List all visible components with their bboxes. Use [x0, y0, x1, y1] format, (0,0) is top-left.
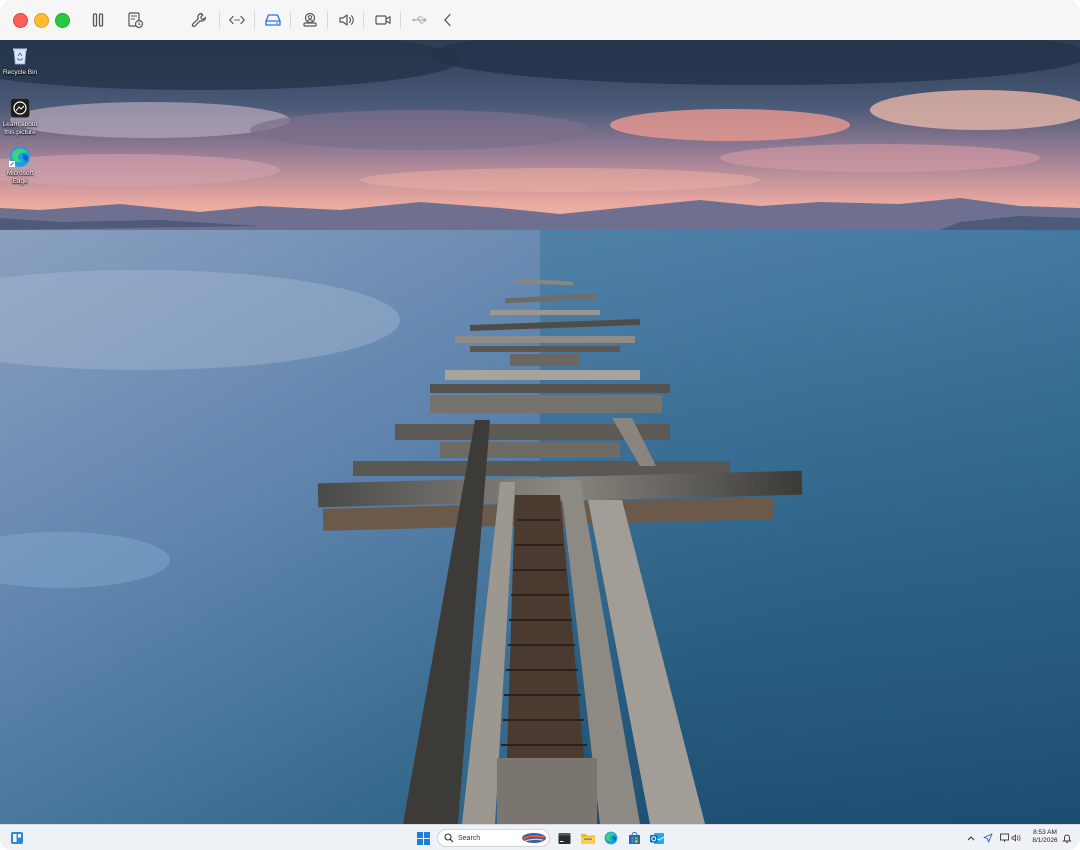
chevron-up-icon: [967, 836, 975, 841]
notification-bell-icon: [1062, 834, 1072, 843]
edge-icon: [9, 146, 31, 168]
edge-icon: [604, 831, 618, 845]
desktop-icon-learn-picture[interactable]: Learn about this picture: [1, 97, 39, 136]
shared-folder-icon: [303, 12, 317, 27]
desktop-icon-label: Microsoft Edge: [6, 170, 34, 185]
file-explorer-button[interactable]: [580, 830, 596, 846]
file-explorer-icon: [581, 834, 595, 844]
desktop-icon-edge[interactable]: Microsoft Edge: [1, 146, 39, 185]
minimize-window-button[interactable]: [34, 13, 49, 28]
quick-settings-button[interactable]: [999, 830, 1025, 846]
desktop-icon-label: Learn about this picture: [2, 121, 38, 136]
location-button[interactable]: [982, 830, 994, 846]
search-label: Search: [458, 834, 481, 842]
close-window-button[interactable]: [13, 13, 28, 28]
pause-icon: [92, 13, 104, 27]
vm-desktop[interactable]: Recycle Bin Learn about this picture Mic…: [0, 40, 1080, 824]
show-hidden-icons-button[interactable]: [965, 830, 977, 846]
outlook-icon: [650, 832, 664, 844]
speaker-icon: [339, 14, 354, 26]
terminal-button[interactable]: [556, 830, 572, 846]
learn-picture-icon: [9, 97, 31, 119]
notifications-button[interactable]: [1061, 830, 1073, 846]
search-highlight-icon: [522, 833, 546, 843]
clock-time: 8:53 AM: [1033, 829, 1057, 836]
snapshot-button[interactable]: [123, 8, 147, 32]
usb-icon: [412, 16, 427, 24]
widgets-icon: [11, 832, 23, 844]
clock[interactable]: 8:53 AM 8/1/2026: [1028, 829, 1062, 845]
location-arrow-icon: [983, 833, 993, 843]
widgets-button[interactable]: [9, 830, 25, 846]
snapshot-icon: [128, 12, 144, 29]
store-icon: [628, 831, 640, 844]
host-toolbar: [0, 0, 1080, 41]
fullscreen-window-button[interactable]: [55, 13, 70, 28]
hard-drive-icon: [265, 14, 281, 26]
store-button[interactable]: [626, 830, 642, 846]
desktop-icon-recycle-bin[interactable]: Recycle Bin: [1, 45, 39, 77]
start-icon: [416, 831, 430, 845]
shared-folder-button[interactable]: [298, 8, 322, 32]
windows-taskbar: Search 8:53 AM 8/1/2026: [0, 824, 1080, 850]
recycle-bin-icon: [9, 45, 31, 67]
collapse-toolbar-button[interactable]: [436, 8, 460, 32]
clock-date: 8/1/2026: [1032, 837, 1058, 844]
usb-button[interactable]: [408, 8, 432, 32]
outlook-button[interactable]: [649, 830, 665, 846]
wallpaper-image: [0, 40, 1080, 824]
disk-button[interactable]: [261, 8, 285, 32]
desktop-icon-label: Recycle Bin: [2, 69, 38, 76]
sound-button[interactable]: [334, 8, 358, 32]
settings-button[interactable]: [187, 8, 211, 32]
start-button[interactable]: [415, 830, 431, 846]
wrench-icon: [191, 12, 206, 28]
search-icon: [444, 833, 454, 843]
edge-taskbar-button[interactable]: [603, 830, 619, 846]
network-volume-icon: [1000, 833, 1021, 842]
camera-button[interactable]: [371, 8, 395, 32]
taskbar-search-box[interactable]: Search: [437, 829, 550, 847]
code-arrows-icon: [228, 15, 246, 25]
camera-icon: [375, 15, 391, 25]
network-button[interactable]: [225, 8, 249, 32]
vm-window: Recycle Bin Learn about this picture Mic…: [0, 0, 1080, 850]
chevron-left-icon: [444, 13, 451, 27]
pause-button[interactable]: [86, 8, 110, 32]
terminal-icon: [558, 832, 570, 844]
